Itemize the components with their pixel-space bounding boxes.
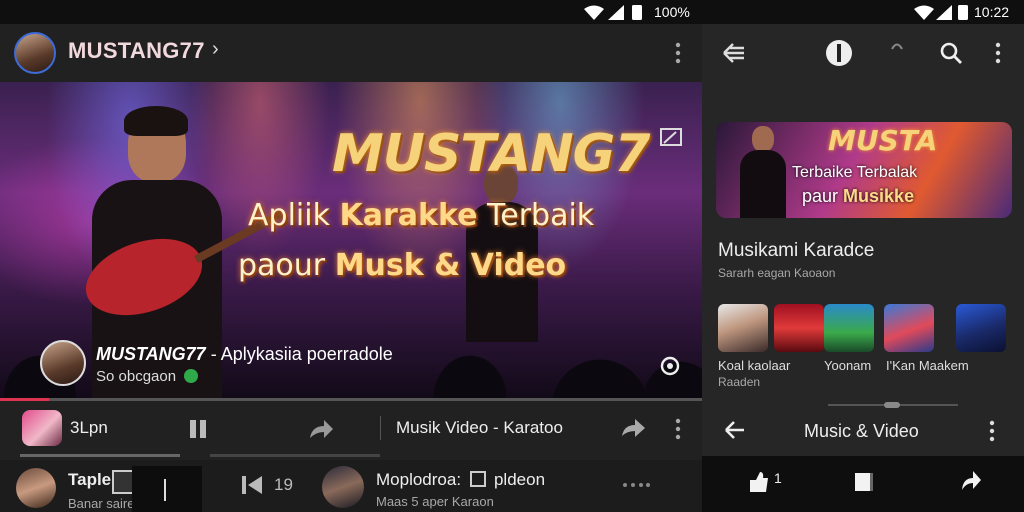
share-icon[interactable]	[308, 418, 334, 440]
thumb-5[interactable]	[956, 304, 1006, 352]
media-tag-icon	[469, 471, 486, 487]
side-battery-icon	[958, 5, 968, 20]
banner-line-2: paur Musikke	[802, 186, 914, 207]
main-pane: 100% MUSTANG77 › MUSTANG7 Apliik Karakke…	[0, 0, 702, 512]
video-overlay-title: MUSTANG77 - Aplykasiia poerradole	[96, 344, 393, 365]
hero-line-1a: Apliik	[248, 198, 330, 233]
overlay-subtitle: So obcgaon	[96, 368, 199, 385]
cursor-bar	[164, 479, 166, 501]
settings-gear-icon[interactable]	[658, 354, 682, 378]
skip-count: 19	[274, 475, 293, 494]
nav-back-icon[interactable]	[724, 420, 746, 440]
channel-avatar[interactable]	[14, 32, 56, 74]
side-pane: 10:22 MUSTA Terbaike Terbalak paur Musik…	[702, 0, 1024, 512]
row-divider	[380, 416, 381, 440]
app-logo-icon[interactable]	[826, 40, 852, 66]
back-arrow-icon[interactable]	[722, 42, 746, 64]
list-item-2-subtitle: Maas 5 aper Karaon	[376, 494, 494, 509]
list-item-2-title-text: Moplodroa:	[376, 470, 462, 489]
hero-line-1c: Terbaik	[487, 198, 595, 233]
hero-title: MUSTANG7	[332, 124, 650, 184]
mini-player-frame[interactable]	[132, 466, 202, 512]
more-options-icon[interactable]	[674, 42, 682, 64]
channel-chevron-icon[interactable]: ›	[212, 38, 219, 61]
verified-icon	[184, 369, 199, 383]
hero-line-2b: Musk & Video	[334, 248, 567, 283]
library-icon[interactable]	[854, 472, 876, 492]
list-item-1-title[interactable]: Taple	[68, 470, 111, 490]
search-icon[interactable]	[940, 42, 962, 64]
hero-line-1b: Karakke	[339, 198, 478, 233]
row-more-icon[interactable]	[674, 418, 682, 440]
thumb-4[interactable]	[884, 304, 934, 352]
queue-scrollbar[interactable]	[20, 454, 180, 457]
overlay-channel-name: MUSTANG77	[96, 344, 206, 364]
banner-line-2a: paur	[802, 186, 839, 206]
bottom-share-icon[interactable]	[960, 470, 982, 492]
list-item-2-title[interactable]: Moplodroa: pldeon	[376, 470, 545, 490]
now-playing-thumb[interactable]	[22, 410, 62, 446]
thumb-3[interactable]	[824, 304, 874, 352]
thumb-4-label: I'Kan Maakem	[886, 358, 969, 373]
list-item-1-avatar[interactable]	[16, 468, 56, 508]
playback-progress-track[interactable]	[0, 398, 702, 401]
wifi-icon	[584, 5, 604, 20]
nav-title: Music & Video	[804, 421, 919, 441]
list-item-2-avatar[interactable]	[322, 466, 364, 508]
side-more-icon[interactable]	[994, 42, 1002, 64]
queue-scrollbar-track	[210, 454, 380, 457]
banner-singer-figure	[738, 122, 788, 218]
list-item-1-subtitle: Banar saire	[68, 496, 135, 511]
like-icon[interactable]	[746, 470, 770, 494]
banner-title: MUSTA	[828, 124, 938, 157]
overlay-description: - Aplykasiia poerradole	[210, 344, 393, 364]
clock: 10:22	[974, 4, 1010, 20]
uploader-avatar[interactable]	[40, 340, 86, 386]
video-player[interactable]: MUSTANG7 Apliik Karakke Terbaik paour Mu…	[0, 82, 702, 398]
overlay-subtitle-text: So obcgaon	[96, 368, 177, 385]
battery-icon	[632, 5, 642, 20]
loading-arc-icon	[891, 43, 903, 50]
rewind-icon[interactable]	[240, 474, 264, 496]
side-signal-icon	[936, 5, 952, 20]
channel-name[interactable]: MUSTANG77	[68, 38, 205, 64]
thumb-1[interactable]	[718, 304, 768, 352]
cast-icon[interactable]	[660, 128, 682, 148]
featured-banner[interactable]: MUSTA Terbaike Terbalak paur Musikke	[716, 122, 1012, 218]
signal-icon	[608, 5, 624, 20]
side-status-bar: 10:22	[702, 0, 1024, 24]
hero-line-2: paour Musk & Video	[238, 248, 566, 283]
hero-line-2a: paour	[238, 248, 326, 283]
save-icon[interactable]	[112, 470, 134, 494]
hero-line-1: Apliik Karakke Terbaik	[248, 198, 594, 233]
carousel-scrollbar-thumb[interactable]	[884, 402, 900, 408]
now-playing-title[interactable]: Musik Video - Karatoo	[396, 418, 563, 438]
section-title: Musikami Karadce	[718, 240, 875, 261]
list-item-more-icon[interactable]	[622, 482, 650, 488]
battery-percent: 100%	[654, 4, 690, 20]
side-wifi-icon	[914, 5, 934, 20]
banner-line-2b: Musikke	[843, 186, 915, 206]
pause-icon[interactable]	[188, 419, 208, 439]
section-subtitle: Sararh eagan Kaoaon	[718, 266, 836, 280]
thumb-3-label: Yoonam	[824, 358, 872, 373]
thumb-1-sublabel: Raaden	[718, 375, 761, 389]
banner-line-1: Terbaike Terbalak	[792, 164, 918, 181]
thumb-1-label: Koal kaolaar	[718, 358, 791, 373]
thumb-2[interactable]	[774, 304, 824, 352]
playback-progress-fill	[0, 398, 50, 401]
status-bar: 100%	[0, 0, 702, 24]
now-playing-label: 3Lpn	[70, 418, 108, 437]
forward-share-icon[interactable]	[620, 418, 646, 438]
nav-more-icon[interactable]	[988, 420, 996, 442]
list-item-2-tag: pldeon	[493, 470, 546, 489]
like-count: 1	[774, 470, 782, 486]
